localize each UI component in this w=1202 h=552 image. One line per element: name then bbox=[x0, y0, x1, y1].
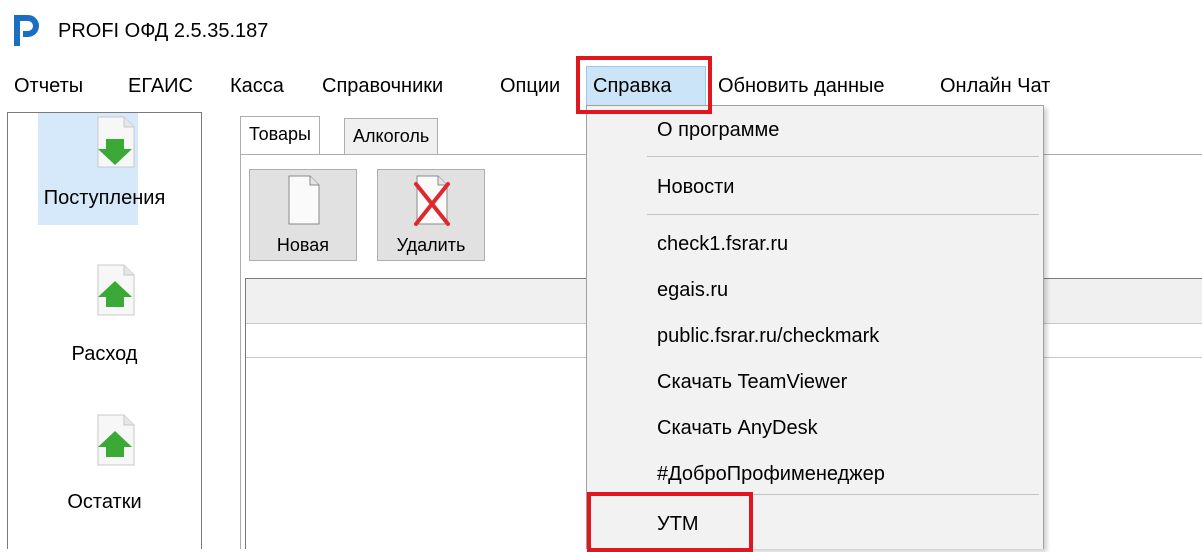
menu-item-about[interactable]: О программе bbox=[657, 110, 779, 150]
new-document-icon bbox=[288, 175, 320, 225]
menu-item-teamviewer[interactable]: Скачать TeamViewer bbox=[657, 362, 847, 402]
menu-options[interactable]: Опции bbox=[494, 66, 566, 106]
sidebar-item-receipts[interactable]: Поступления bbox=[8, 113, 201, 233]
menu-item-check1[interactable]: check1.fsrar.ru bbox=[657, 224, 788, 264]
sidebar-item-label: Поступления bbox=[43, 187, 166, 209]
highlight-box-utm bbox=[587, 492, 753, 552]
sidebar-item-label: Остатки bbox=[67, 491, 142, 513]
app-logo-icon bbox=[14, 15, 39, 46]
arrow-down-document-icon bbox=[97, 116, 135, 168]
arrow-up-document-icon bbox=[97, 414, 135, 466]
menu-item-anydesk[interactable]: Скачать AnyDesk bbox=[657, 408, 818, 448]
menu-separator bbox=[647, 214, 1039, 215]
highlight-box-help bbox=[576, 56, 712, 114]
tab-alcohol[interactable]: Алкоголь bbox=[344, 118, 439, 154]
menu-cash[interactable]: Касса bbox=[224, 66, 290, 106]
menu-reports[interactable]: Отчеты bbox=[8, 66, 89, 106]
menu-refresh-data[interactable]: Обновить данные bbox=[712, 66, 891, 106]
menu-references[interactable]: Справочники bbox=[316, 66, 449, 106]
menu-item-news[interactable]: Новости bbox=[657, 167, 734, 207]
delete-button[interactable]: Удалить bbox=[377, 169, 485, 261]
window-title: PROFI ОФД 2.5.35.187 bbox=[58, 20, 269, 42]
arrow-up-document-icon bbox=[97, 264, 135, 316]
tab-goods[interactable]: Товары bbox=[240, 116, 320, 154]
menu-item-egais[interactable]: egais.ru bbox=[657, 270, 728, 310]
delete-document-icon bbox=[414, 175, 450, 226]
new-button-label: Новая bbox=[276, 235, 330, 255]
new-button[interactable]: Новая bbox=[249, 169, 357, 261]
delete-button-label: Удалить bbox=[396, 235, 466, 255]
title-bar: PROFI ОФД 2.5.35.187 bbox=[0, 0, 1202, 64]
sidebar-item-expense[interactable]: Расход bbox=[8, 259, 201, 379]
menu-separator bbox=[647, 156, 1039, 157]
sidebar-item-stock[interactable]: Остатки bbox=[8, 409, 201, 529]
help-dropdown-menu: О программе Новости check1.fsrar.ru egai… bbox=[586, 105, 1044, 549]
sidebar: Поступления Расход Остатки bbox=[7, 112, 202, 549]
menu-egais[interactable]: ЕГАИС bbox=[122, 66, 199, 106]
menu-online-chat[interactable]: Онлайн Чат bbox=[934, 66, 1056, 106]
sidebar-item-label: Расход bbox=[71, 343, 138, 365]
menu-item-checkmark[interactable]: public.fsrar.ru/checkmark bbox=[657, 316, 879, 356]
menu-item-dobro[interactable]: #ДоброПрофименеджер bbox=[657, 454, 885, 494]
